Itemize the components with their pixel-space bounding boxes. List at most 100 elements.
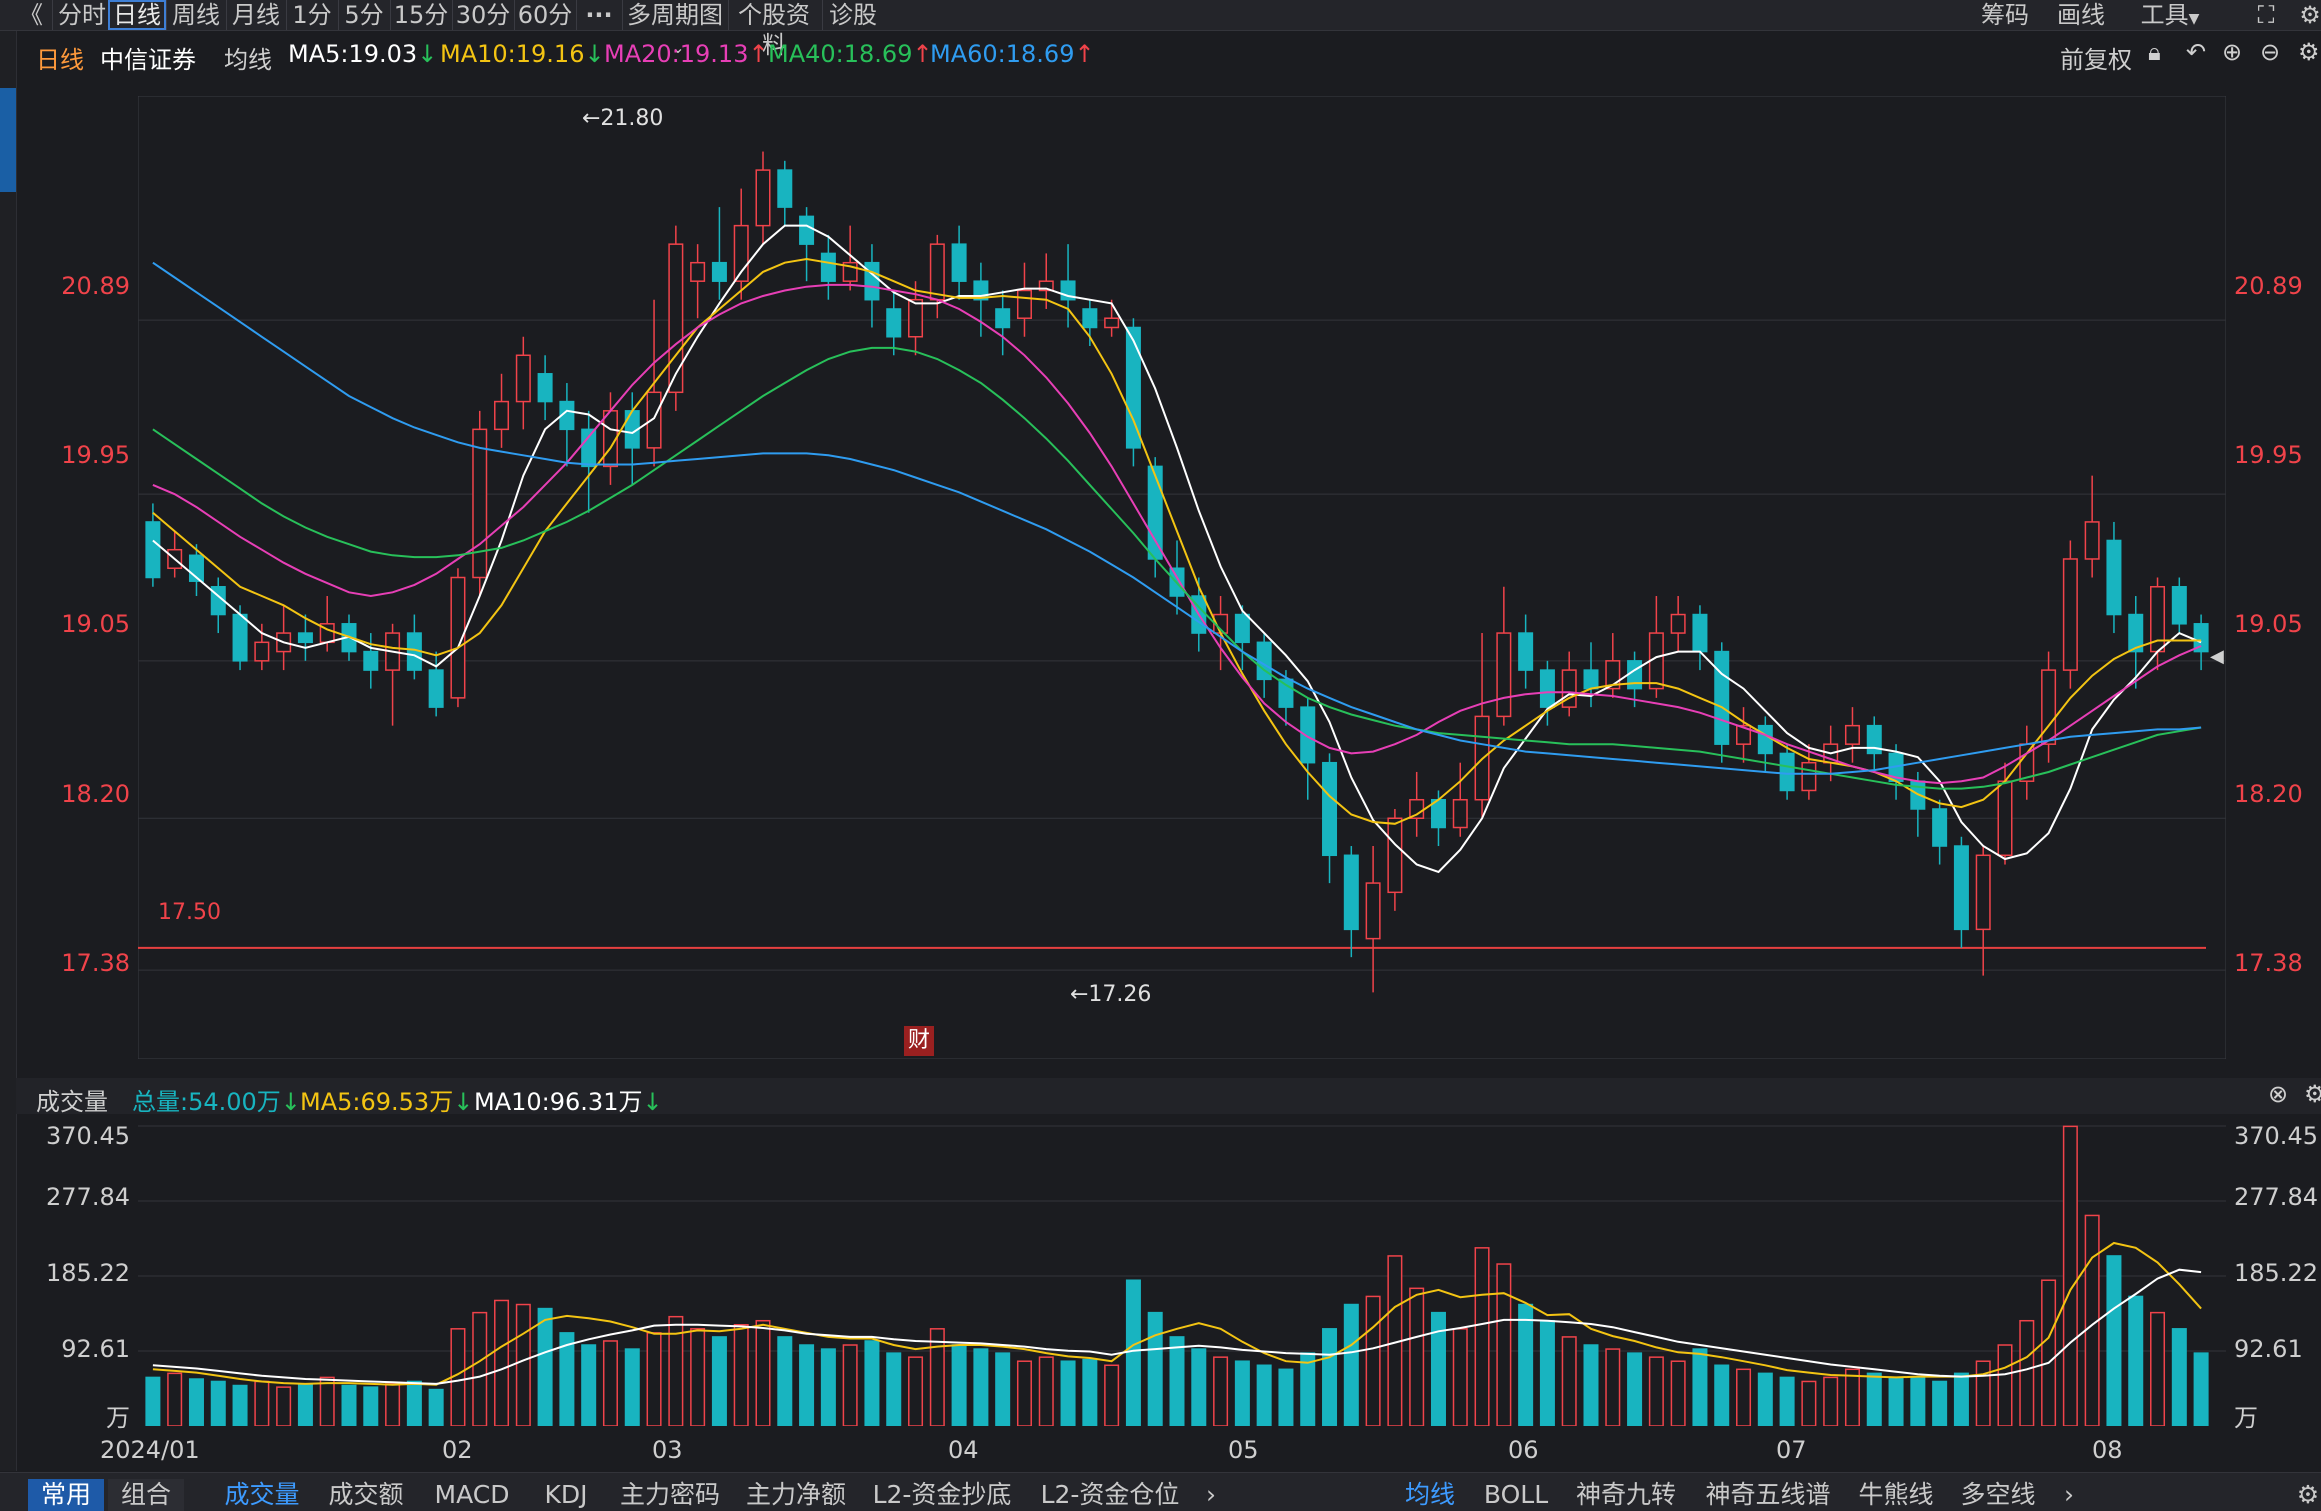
volume-bar-up <box>602 1340 618 1426</box>
candle-down <box>145 521 161 579</box>
volume-bar-up <box>1648 1356 1664 1426</box>
collapse-left-button[interactable]: 《 <box>14 0 48 30</box>
tab-l2-bottom-fishing[interactable]: L2-资金抄底 <box>862 1479 1022 1511</box>
more-periods-button[interactable]: ··· <box>576 0 621 30</box>
volume-bar-down <box>886 1352 902 1426</box>
tab-main-code[interactable]: 主力密码 <box>610 1479 730 1511</box>
ma40-value: MA40:18.69↑ <box>768 40 933 68</box>
tab-weekly[interactable]: 周线 <box>166 0 225 30</box>
price-axis-right-tick: 17.38 <box>2234 949 2303 977</box>
tab-monthly[interactable]: 月线 <box>226 0 285 30</box>
settings-icon[interactable]: ⚙ <box>2296 1479 2320 1511</box>
candles <box>145 151 2209 993</box>
ma-label[interactable]: 均线 <box>224 40 272 75</box>
ma60-value: MA60:18.69↑ <box>930 40 1095 68</box>
candle-down <box>2106 539 2122 616</box>
candle-down <box>1692 613 1708 653</box>
tab-ma[interactable]: 均线 <box>1392 1479 1468 1511</box>
tab-60min[interactable]: 60分 <box>514 0 575 30</box>
volume-gridlines <box>138 1125 2226 1352</box>
volume-bar-down <box>864 1340 880 1426</box>
volume-bar-up <box>2150 1311 2166 1426</box>
tab-30min[interactable]: 30分 <box>452 0 513 30</box>
price-axis-left-tick: 17.38 <box>61 949 130 977</box>
volume-axis-left-tick: 185.22 <box>46 1259 130 1287</box>
candle-down <box>777 169 793 208</box>
volume-bar-up <box>1605 1348 1621 1426</box>
candle-down <box>428 669 444 708</box>
price-adjust-dropdown[interactable]: 前复权 <box>2060 40 2132 75</box>
candle-down <box>1539 669 1555 708</box>
chevron-right-icon[interactable]: › <box>1196 1479 1226 1511</box>
volume-bar-up <box>319 1376 335 1426</box>
draw-line-button[interactable]: 画线 <box>2046 0 2116 30</box>
volume-bar-down <box>1932 1380 1948 1426</box>
tab-magic-staff[interactable]: 神奇五线谱 <box>1694 1479 1842 1511</box>
tab-daily[interactable]: 日线 <box>108 0 166 30</box>
tab-1min[interactable]: 1分 <box>286 0 337 30</box>
tab-volume[interactable]: 成交量 <box>214 1479 310 1511</box>
volume-axis-right-tick: 万 <box>2234 1404 2258 1432</box>
close-indicator-icon[interactable]: ⊗ <box>2268 1080 2288 1108</box>
chip-distribution-button[interactable]: 筹码 <box>1970 0 2040 30</box>
tab-bull-bear[interactable]: 牛熊线 <box>1848 1479 1944 1511</box>
volume-bar-down <box>1191 1348 1207 1426</box>
tools-dropdown[interactable]: 工具▼ <box>2130 0 2210 30</box>
diagnose-button[interactable]: 诊股 <box>822 0 883 30</box>
tab-15min[interactable]: 15分 <box>390 0 451 30</box>
candle-up <box>1365 882 1381 940</box>
chevron-right-icon[interactable]: › <box>2054 1479 2084 1511</box>
indicator-tab-bar: 常用 组合 成交量 成交额 MACD KDJ 主力密码 主力净额 L2-资金抄底… <box>0 1472 2321 1511</box>
settings-icon[interactable]: ⚙ <box>2298 0 2321 30</box>
volume-bar-down <box>777 1336 793 1426</box>
volume-bar-up <box>472 1311 488 1426</box>
candle-down <box>886 308 902 338</box>
volume-bar-up <box>1736 1368 1752 1426</box>
volume-axis-left-tick: 370.45 <box>46 1122 130 1150</box>
x-axis-tick: 07 <box>1776 1436 1807 1464</box>
candle-down <box>1714 650 1730 745</box>
zoom-out-icon[interactable]: ⊖ <box>2260 38 2280 66</box>
zoom-in-icon[interactable]: ⊕ <box>2222 38 2242 66</box>
volume-bar-up <box>755 1319 771 1426</box>
undo-icon[interactable]: ↶ <box>2186 38 2206 66</box>
candle-up <box>2062 558 2078 671</box>
candle-down <box>1278 678 1294 708</box>
volume-chart[interactable] <box>138 1118 2226 1426</box>
candle-up <box>1801 761 1817 792</box>
tab-main-net[interactable]: 主力净额 <box>736 1479 856 1511</box>
volume-bar-down <box>1060 1360 1076 1426</box>
volume-bar-down <box>1169 1336 1185 1426</box>
left-edge-marker[interactable] <box>0 88 16 192</box>
chart-settings-icon[interactable]: ⚙ <box>2298 38 2320 66</box>
tab-magic-nine[interactable]: 神奇九转 <box>1566 1479 1686 1511</box>
ma60-text: MA60:18.69 <box>930 40 1075 68</box>
tab-l2-position[interactable]: L2-资金仓位 <box>1028 1479 1192 1511</box>
tab-macd[interactable]: MACD <box>422 1479 522 1511</box>
tab-common[interactable]: 常用 <box>28 1479 104 1511</box>
tab-combo[interactable]: 组合 <box>108 1479 184 1511</box>
tab-intraday[interactable]: 分时 <box>52 0 111 30</box>
tab-turnover[interactable]: 成交额 <box>318 1479 414 1511</box>
price-axis-right-tick: 19.95 <box>2234 441 2303 469</box>
stock-profile-button[interactable]: 个股资料 <box>728 0 819 59</box>
tab-kdj[interactable]: KDJ <box>528 1479 604 1511</box>
candle-down <box>297 632 313 644</box>
tab-5min[interactable]: 5分 <box>338 0 389 30</box>
volume-axis-right-tick: 370.45 <box>2234 1122 2318 1150</box>
lock-icon[interactable]: 🔒︎ <box>2148 38 2161 66</box>
stock-name[interactable]: 中信证券 <box>100 40 196 75</box>
indicator-settings-icon[interactable]: ⚙ <box>2304 1080 2321 1108</box>
volume-bar-down <box>1910 1376 1926 1426</box>
finance-report-badge[interactable]: 财 <box>904 1026 934 1056</box>
candle-down <box>864 261 880 301</box>
candlestick-chart[interactable] <box>138 96 2226 1059</box>
volume-bar-down <box>1147 1311 1163 1426</box>
volume-bar-down <box>995 1352 1011 1426</box>
volume-axis-right-tick: 185.22 <box>2234 1259 2318 1287</box>
fullscreen-icon[interactable]: ⛶ <box>2250 0 2282 30</box>
multi-period-dropdown[interactable]: 多周期图⌄ <box>622 0 727 57</box>
tab-long-short[interactable]: 多空线 <box>1950 1479 2046 1511</box>
candle-down <box>2171 586 2187 625</box>
tab-boll[interactable]: BOLL <box>1474 1479 1558 1511</box>
